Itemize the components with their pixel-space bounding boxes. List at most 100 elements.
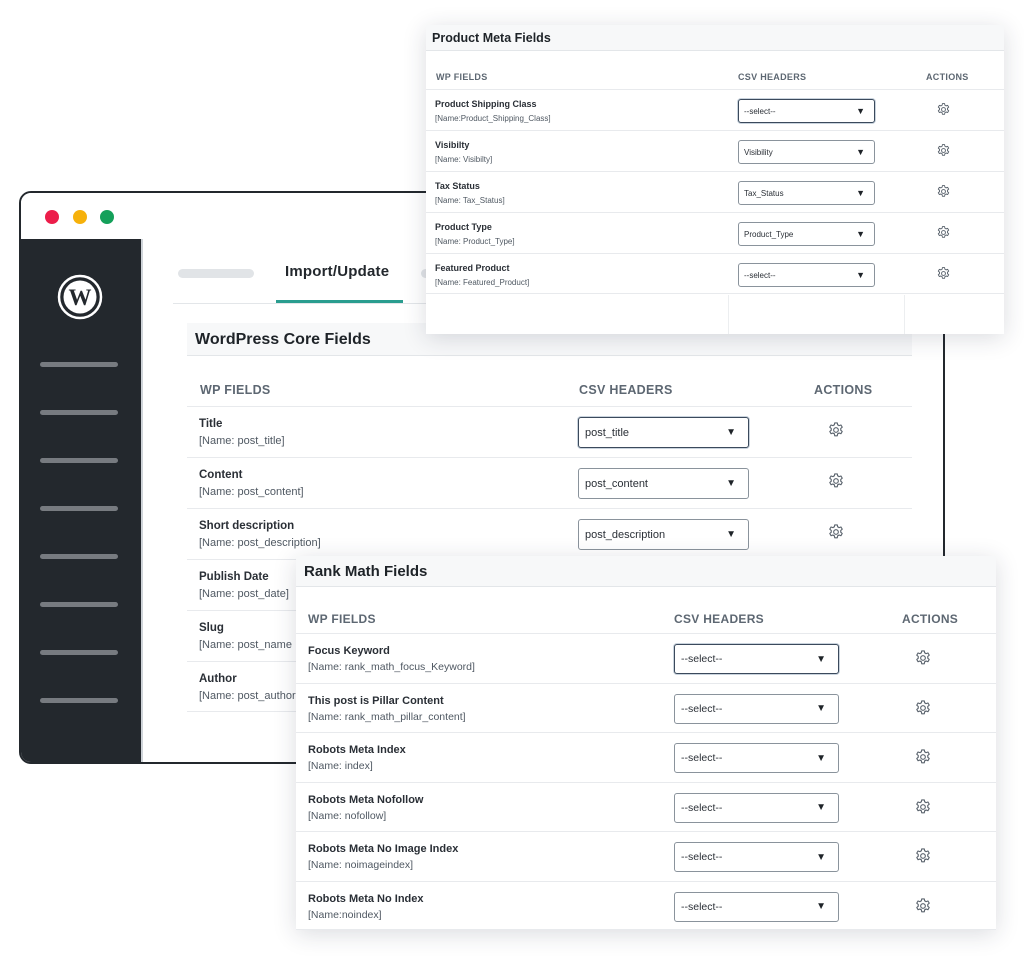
field-label: Content	[199, 469, 243, 481]
gear-icon[interactable]	[936, 184, 951, 199]
csv-header-select[interactable]: --select-- ▼	[674, 842, 839, 872]
select-value: Product_Type	[744, 229, 794, 239]
select-value: --select--	[681, 653, 723, 665]
gear-icon[interactable]	[914, 649, 932, 667]
wordpress-logo[interactable]: W	[57, 274, 103, 320]
field-name: [Name: nofollow]	[308, 809, 387, 822]
panel-title: Product Meta Fields	[426, 25, 1004, 51]
csv-header-select[interactable]: Tax_Status ▼	[738, 181, 875, 205]
field-label: Robots Meta Index	[308, 744, 406, 756]
rank-math-fields-panel: Rank Math Fields WP FIELDS CSV HEADERS A…	[296, 556, 996, 930]
triangle-down-icon: ▼	[726, 529, 736, 540]
triangle-down-icon: ▼	[856, 188, 865, 198]
sidebar-menu-item[interactable]	[40, 362, 118, 367]
field-label: Publish Date	[199, 571, 269, 583]
triangle-down-icon: ▼	[856, 229, 865, 239]
sidebar-menu-item[interactable]	[40, 554, 118, 559]
gear-icon[interactable]	[827, 523, 845, 541]
select-value: --select--	[744, 270, 776, 280]
csv-header-select[interactable]: --select-- ▼	[674, 743, 839, 773]
gear-icon[interactable]	[827, 421, 845, 439]
field-name: [Name: index]	[308, 760, 373, 772]
col-header-actions: ACTIONS	[814, 383, 873, 397]
field-label: Author	[199, 673, 237, 685]
csv-header-select[interactable]: post_content ▼	[578, 468, 749, 499]
field-row: This post is Pillar Content [Name: rank_m…	[296, 682, 996, 733]
field-row: Robots Meta Index [Name: index] --select--…	[296, 732, 996, 782]
gear-icon[interactable]	[936, 102, 951, 117]
gear-icon[interactable]	[936, 225, 951, 240]
field-name: [Name: Product_Type]	[435, 237, 515, 246]
sidebar-menu-item[interactable]	[40, 698, 118, 703]
field-row: Product Type [Name: Product_Type] Product_…	[426, 212, 1004, 253]
gear-icon[interactable]	[936, 143, 951, 158]
select-value: post_content	[585, 477, 648, 490]
triangle-down-icon: ▼	[856, 147, 865, 157]
field-row: Featured Product [Name: Featured_Product]…	[426, 253, 1004, 294]
csv-header-select[interactable]: --select-- ▼	[674, 792, 839, 823]
csv-header-select[interactable]: Product_Type ▼	[738, 222, 875, 246]
sidebar-menu-item[interactable]	[40, 650, 118, 655]
field-row: Short description [Name: post_description…	[187, 508, 912, 559]
sidebar-menu-item[interactable]	[40, 410, 118, 415]
gear-icon[interactable]	[914, 798, 932, 816]
csv-header-select[interactable]: post_title ▼	[578, 417, 749, 448]
field-label: Short description	[199, 520, 295, 532]
field-name: [Name: post_title]	[199, 435, 285, 447]
gear-icon[interactable]	[936, 266, 951, 281]
select-value: post_description	[585, 528, 666, 541]
field-label: Focus Keyword	[308, 645, 390, 657]
triangle-down-icon: ▼	[856, 106, 865, 116]
select-value: --select--	[744, 106, 776, 116]
csv-header-select[interactable]: --select-- ▼	[738, 263, 875, 287]
column-divider	[904, 295, 905, 334]
csv-header-select[interactable]: --select-- ▼	[674, 891, 839, 922]
field-label: Robots Meta No Image Index	[308, 843, 459, 855]
maximize-window-dot[interactable]	[100, 210, 114, 224]
field-name: [Name: Featured_Product]	[435, 278, 530, 287]
column-divider	[728, 295, 729, 334]
field-label: Robots Meta No Index	[308, 892, 424, 905]
col-header-actions: ACTIONS	[902, 612, 959, 626]
gear-icon[interactable]	[914, 897, 932, 915]
sidebar-menu-item[interactable]	[40, 602, 118, 607]
col-header-wp-fields: WP FIELDS	[308, 612, 376, 626]
gear-icon[interactable]	[914, 748, 932, 766]
csv-header-select[interactable]: --select-- ▼	[738, 99, 875, 123]
field-row: Robots Meta No Index [Name:noindex] --sele…	[296, 880, 996, 930]
gear-icon[interactable]	[914, 847, 932, 865]
field-name: [Name: post_content]	[199, 486, 304, 498]
field-name: [Name: rank_math_pillar_content]	[308, 710, 466, 723]
field-name: [Name:Product_Shipping_Class]	[435, 114, 551, 123]
sidebar-menu-item[interactable]	[40, 458, 118, 463]
close-window-dot[interactable]	[45, 210, 59, 224]
col-header-csv-headers: CSV HEADERS	[579, 383, 673, 397]
field-name: [Name: post_name	[199, 639, 292, 651]
field-row: Robots Meta Nofollow [Name: nofollow] --se…	[296, 781, 996, 832]
csv-header-select[interactable]: post_description ▼	[578, 519, 749, 550]
triangle-down-icon: ▼	[816, 802, 826, 813]
wp-admin-sidebar: W	[21, 239, 141, 762]
csv-header-select[interactable]: --select-- ▼	[674, 644, 839, 674]
select-value: Tax_Status	[744, 188, 784, 198]
gear-icon[interactable]	[827, 472, 845, 490]
field-row: Visibilty [Name: Visibilty] Visibility ▼	[426, 130, 1004, 171]
field-label: This post is Pillar Content	[308, 694, 444, 707]
triangle-down-icon: ▼	[856, 270, 865, 280]
triangle-down-icon: ▼	[726, 478, 736, 489]
csv-header-select[interactable]: --select-- ▼	[674, 693, 839, 724]
csv-header-select[interactable]: Visibility ▼	[738, 140, 875, 164]
col-header-csv-headers: CSV HEADERS	[738, 72, 807, 82]
tab-placeholder[interactable]	[178, 269, 254, 278]
gear-icon[interactable]	[914, 699, 932, 717]
minimize-window-dot[interactable]	[73, 210, 87, 224]
field-row: Product Shipping Class [Name:Product_Ship…	[426, 89, 1004, 130]
field-row: Content [Name: post_content] post_content ▼	[187, 457, 912, 508]
field-name: [Name: Visibilty]	[435, 155, 493, 164]
select-value: Visibility	[744, 147, 773, 157]
field-name: [Name: post_date]	[199, 588, 289, 600]
sidebar-menu-item[interactable]	[40, 506, 118, 511]
tab-import-update[interactable]: Import/Update	[285, 263, 389, 280]
panel-title: Rank Math Fields	[296, 556, 996, 587]
field-label: Robots Meta Nofollow	[308, 793, 424, 806]
